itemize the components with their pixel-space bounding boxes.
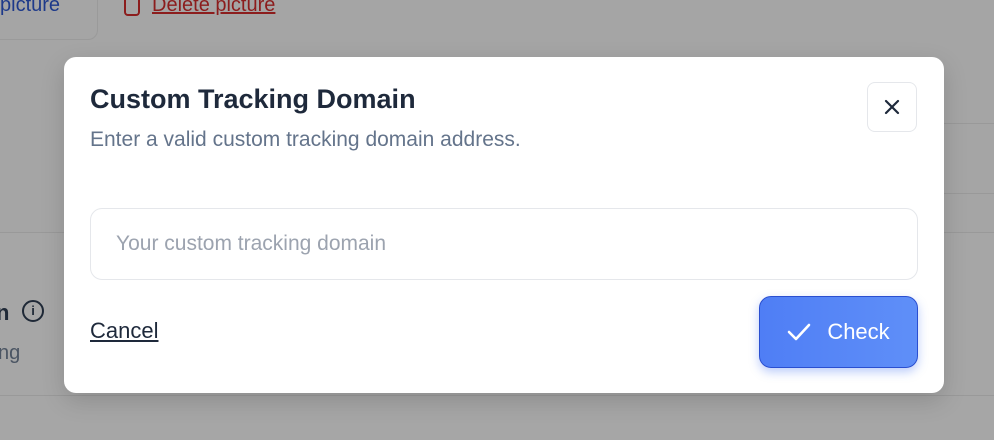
checkmark-icon bbox=[788, 323, 811, 341]
custom-tracking-domain-dialog: Custom Tracking Domain Enter a valid cus… bbox=[64, 57, 944, 393]
delete-picture-link: Delete picture bbox=[124, 0, 275, 17]
close-icon bbox=[884, 99, 900, 115]
cancel-button[interactable]: Cancel bbox=[90, 318, 158, 344]
dialog-title: Custom Tracking Domain bbox=[90, 84, 416, 114]
info-icon: i bbox=[22, 300, 44, 322]
custom-domain-input[interactable] bbox=[90, 208, 918, 280]
divider bbox=[944, 123, 994, 124]
check-button-label: Check bbox=[827, 319, 890, 344]
check-button[interactable]: Check bbox=[759, 296, 918, 368]
setting-row-title: n bbox=[0, 300, 10, 325]
close-button[interactable] bbox=[867, 82, 917, 132]
dialog-subtitle: Enter a valid custom tracking domain add… bbox=[90, 128, 521, 151]
setting-row-subtitle: ng bbox=[0, 342, 21, 364]
divider bbox=[944, 193, 994, 194]
delete-picture-label: Delete picture bbox=[152, 0, 276, 16]
section-separator bbox=[0, 395, 994, 396]
change-picture-label: picture bbox=[0, 0, 61, 16]
trash-icon bbox=[124, 0, 140, 16]
